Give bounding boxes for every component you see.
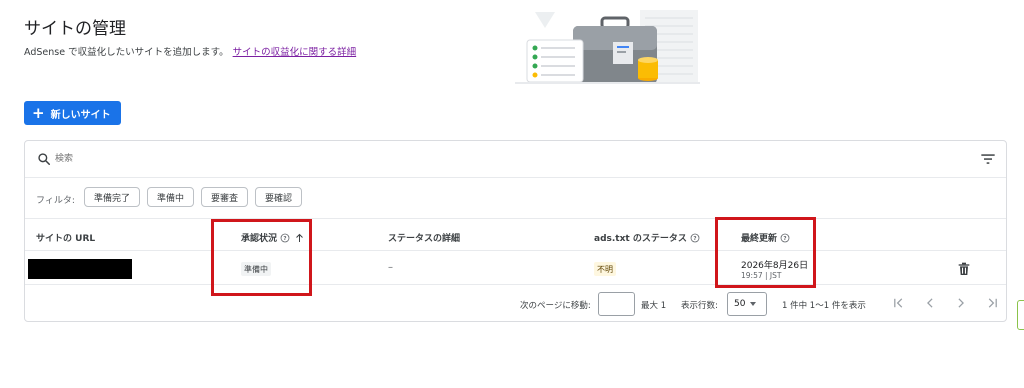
page-title: サイトの管理 [24,19,126,39]
rows-per-page-value: 50 [734,299,746,309]
pagination-bar: 次のページに移動: 最大 1 表示行数: 50 1 件中 1〜1 件を表示 [25,285,1006,322]
rows-per-page-label: 表示行数: [681,301,718,311]
subtitle-text: AdSense で収益化したいサイトを追加します。 [24,47,229,58]
approval-status-badge: 準備中 [241,262,271,276]
ads-txt-status-badge: 不明 [594,262,616,276]
page-subtitle: AdSense で収益化したいサイトを追加します。 サイトの収益化に関する詳細 [24,44,356,58]
column-header-approval-status[interactable]: 承認状況 ? [241,231,304,244]
svg-text:?: ? [783,236,786,242]
chevron-left-icon[interactable] [923,296,937,310]
help-icon[interactable]: ? [690,233,700,243]
side-panel-tab[interactable] [1017,300,1024,330]
help-icon[interactable]: ? [280,233,290,243]
column-header-label: 承認状況 [241,234,278,244]
filter-chip-needs-attention[interactable]: 要確認 [255,187,303,207]
trash-icon[interactable] [958,262,970,276]
status-details-value: – [388,262,393,273]
max-page-label: 最大 1 [641,301,667,311]
column-header-ads-txt-status[interactable]: ads.txt のステータス ? [594,231,700,244]
filter-chip-needs-review[interactable]: 要審査 [201,187,249,207]
arrow-up-icon[interactable] [295,233,304,243]
new-site-button[interactable]: + 新しいサイト [24,101,121,125]
go-to-page-label: 次のページに移動: [520,301,591,311]
details-link[interactable]: サイトの収益化に関する詳細 [233,47,357,58]
page-number-input[interactable] [598,292,635,316]
column-header-last-updated[interactable]: 最終更新 ? [741,231,790,244]
search-icon [38,153,51,166]
last-page-icon[interactable] [985,296,999,310]
column-header-label: ads.txt のステータス [594,234,687,244]
last-updated-date: 2026年8月26日 [741,261,809,271]
chevron-down-icon [750,302,757,306]
filter-chip-preparing[interactable]: 準備中 [147,187,195,207]
search-bar [25,141,1006,178]
filter-chips: 準備完了 準備中 要審査 要確認 [84,187,303,207]
plus-icon: + [32,103,45,122]
first-page-icon[interactable] [892,296,906,310]
svg-text:?: ? [283,236,286,242]
help-icon[interactable]: ? [780,233,790,243]
column-header-label: 最終更新 [741,234,778,244]
rows-per-page-select[interactable]: 50 [727,292,767,316]
table-row[interactable]: 準備中 – 不明 2026年8月26日 19:57 | JST [25,251,1006,285]
filter-chip-ready[interactable]: 準備完了 [84,187,141,207]
range-text: 1 件中 1〜1 件を表示 [782,301,866,311]
site-url-redacted [28,259,132,279]
column-header-site-url[interactable]: サイトの URL [36,231,95,244]
filter-list-icon[interactable] [980,152,996,166]
chevron-right-icon[interactable] [954,296,968,310]
column-header-status-details: ステータスの詳細 [388,231,460,244]
sites-illustration [515,10,700,84]
last-updated-time: 19:57 | JST [741,271,782,280]
svg-text:?: ? [693,236,696,242]
column-header-label: サイトの URL [36,234,96,244]
table-header: サイトの URL 承認状況 ? ステータスの詳細 ads.txt のステータス … [25,219,1006,251]
search-input[interactable] [55,149,655,169]
column-header-label: ステータスの詳細 [388,234,461,244]
filter-label: フィルタ: [36,196,75,206]
sites-table-card: フィルタ: 準備完了 準備中 要審査 要確認 サイトの URL 承認状況 ? ス… [24,140,1007,322]
new-site-label: 新しいサイト [50,109,111,121]
filter-row: フィルタ: 準備完了 準備中 要審査 要確認 [25,178,1006,219]
